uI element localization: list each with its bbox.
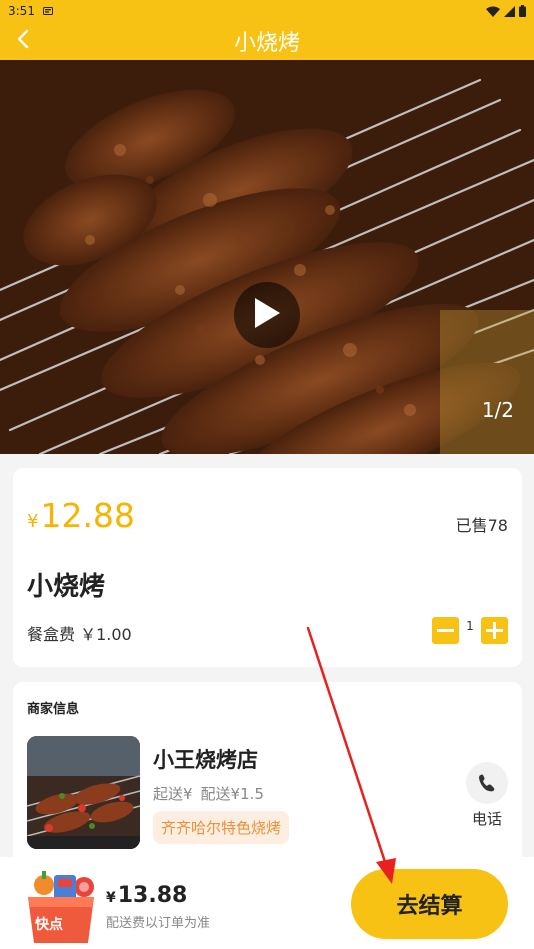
call-shop-button[interactable]: 电话	[465, 762, 509, 829]
shop-fees: 起送¥ 配送¥1.5	[153, 783, 272, 804]
battery-icon	[519, 5, 526, 17]
increase-quantity-button[interactable]	[481, 617, 508, 644]
order-total: ¥13.88	[106, 883, 187, 908]
signal-icon	[504, 5, 515, 17]
app-header: 小烧烤	[0, 22, 534, 60]
product-info-card: ¥ 12.88 已售78 小烧烤 餐盒费 ￥1.00 1	[13, 468, 522, 667]
play-video-button[interactable]	[234, 282, 300, 348]
page-title: 小烧烤	[233, 31, 300, 56]
delivery-fee: 配送¥1.5	[200, 785, 264, 803]
product-name: 小烧烤	[27, 572, 106, 602]
chevron-left-icon	[16, 29, 30, 53]
product-price: ¥ 12.88	[27, 496, 135, 535]
call-label: 电话	[471, 810, 502, 828]
status-time: 3:51	[8, 4, 35, 18]
image-pager: 1/2	[481, 398, 514, 422]
product-image-carousel[interactable]: 1/2	[0, 60, 534, 454]
play-icon	[253, 297, 281, 333]
sold-count: 已售78	[455, 516, 508, 535]
total-currency: ¥	[106, 890, 116, 906]
shop-section-title: 商家信息	[27, 702, 80, 717]
wifi-icon	[486, 6, 500, 17]
phone-icon	[466, 762, 508, 804]
checkout-button[interactable]: 去结算	[351, 869, 508, 939]
minus-icon	[437, 629, 454, 632]
checkout-bar: 快点 ¥13.88 配送费以订单为准 去结算	[0, 857, 534, 949]
min-order-fee: 起送¥	[153, 785, 193, 803]
cart-basket-icon[interactable]: 快点	[22, 867, 100, 945]
shop-tag: 齐齐哈尔特色烧烤	[153, 811, 290, 844]
delivery-note: 配送费以订单为准	[106, 916, 211, 931]
back-button[interactable]	[8, 26, 38, 56]
shop-thumbnail[interactable]	[27, 736, 140, 849]
shop-info-card: 商家信息 小王烧烤店 起送¥ 配送¥1.5 齐齐哈尔特色烧烤 电话	[13, 682, 522, 882]
box-fee: 餐盒费 ￥1.00	[27, 625, 132, 644]
shop-name[interactable]: 小王烧烤店	[153, 744, 258, 774]
notification-icon	[42, 7, 53, 15]
basket-label: 快点	[35, 916, 63, 933]
quantity-value: 1	[466, 618, 474, 633]
price-currency: ¥	[27, 511, 39, 532]
decrease-quantity-button[interactable]	[432, 617, 459, 644]
status-bar: 3:51	[0, 0, 534, 22]
quantity-stepper: 1	[432, 617, 508, 644]
price-amount: 12.88	[40, 496, 135, 535]
total-amount: 13.88	[117, 883, 188, 908]
product-photo	[0, 60, 534, 454]
